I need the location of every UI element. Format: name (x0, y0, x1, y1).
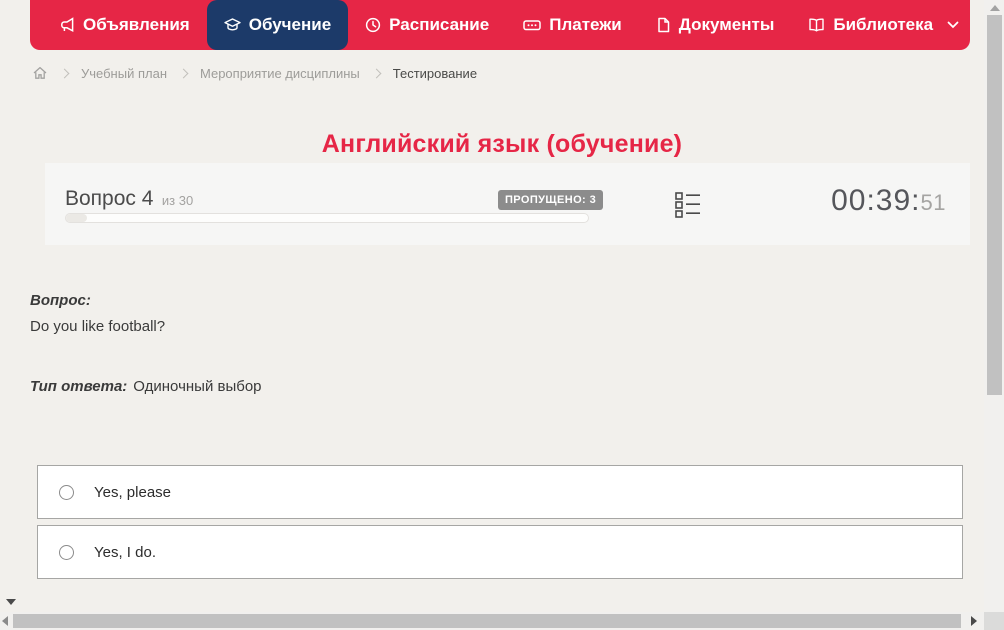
graduation-cap-icon (224, 17, 241, 33)
question-counter: Вопрос 4 из 30 (65, 187, 193, 211)
book-icon (808, 17, 825, 33)
nav-item-label: Платежи (549, 15, 622, 35)
scrollbar-corner (984, 612, 1004, 630)
page-title: Английский язык (обучение) (0, 130, 1004, 159)
answer-option-2[interactable]: Yes, I do. (37, 525, 963, 579)
quiz-header-panel: Вопрос 4 из 30 ПРОПУЩЕНО: 3 00:39:51 (45, 163, 970, 245)
breadcrumb: Учебный план Мероприятие дисциплины Тест… (32, 62, 477, 84)
vertical-scrollbar-thumb[interactable] (987, 15, 1002, 395)
chevron-right-icon (60, 68, 70, 78)
answer-option-label: Yes, I do. (94, 544, 156, 561)
breadcrumb-link-discipline-event[interactable]: Мероприятие дисциплины (200, 66, 360, 81)
answer-type-row: Тип ответа: Одиночный выбор (30, 378, 262, 395)
nav-item-announcements[interactable]: Объявления (42, 0, 207, 50)
nav-item-library[interactable]: Библиотека (791, 0, 976, 50)
timer-minutes: 00:39: (831, 184, 920, 217)
answer-type-value: Одиночный выбор (133, 378, 261, 395)
answer-option-label: Yes, please (94, 484, 171, 501)
nav-item-schedule[interactable]: Расписание (348, 0, 506, 50)
scroll-left-arrow-icon[interactable] (2, 616, 8, 626)
nav-item-documents[interactable]: Документы (639, 0, 792, 50)
megaphone-icon (59, 17, 75, 33)
question-total: из 30 (162, 193, 193, 208)
scroll-right-arrow-icon[interactable] (971, 616, 977, 626)
horizontal-scrollbar[interactable] (0, 612, 984, 630)
radio-button[interactable] (59, 545, 74, 560)
skipped-badge: ПРОПУЩЕНО: 3 (498, 190, 603, 210)
scroll-up-arrow-icon[interactable] (990, 5, 1000, 11)
timer-seconds: 51 (921, 190, 946, 215)
scroll-down-arrow-icon[interactable] (6, 599, 16, 605)
nav-item-label: Объявления (83, 15, 190, 35)
nav-item-label: Обучение (249, 15, 331, 35)
chevron-down-icon (947, 21, 959, 29)
progress-bar (65, 213, 589, 223)
nav-item-label: Расписание (389, 15, 489, 35)
clock-icon (365, 17, 381, 33)
top-navigation-bar: Объявления Обучение Расписание Платежи Д… (30, 0, 970, 50)
nav-item-training[interactable]: Обучение (207, 0, 348, 50)
timer: 00:39:51 (831, 184, 946, 218)
answer-type-label: Тип ответа: (30, 378, 127, 395)
vertical-scrollbar[interactable] (984, 0, 1004, 612)
breadcrumb-current-testing: Тестирование (393, 66, 477, 81)
nav-item-label: Библиотека (833, 15, 933, 35)
nav-item-label: Документы (679, 15, 775, 35)
chevron-right-icon (179, 68, 189, 78)
document-icon (656, 17, 671, 33)
breadcrumb-link-study-plan[interactable]: Учебный план (81, 66, 167, 81)
chevron-right-icon (371, 68, 381, 78)
nav-item-payments[interactable]: Платежи (506, 0, 639, 50)
question-number: Вопрос 4 (65, 187, 153, 210)
question-text: Do you like football? (30, 318, 165, 335)
progress-fill (66, 214, 87, 222)
radio-button[interactable] (59, 485, 74, 500)
question-list-icon[interactable] (675, 191, 701, 218)
home-icon[interactable] (32, 65, 48, 81)
answer-option-1[interactable]: Yes, please (37, 465, 963, 519)
question-label: Вопрос: (30, 292, 91, 309)
banknote-icon (523, 17, 541, 33)
horizontal-scrollbar-thumb[interactable] (13, 614, 961, 628)
